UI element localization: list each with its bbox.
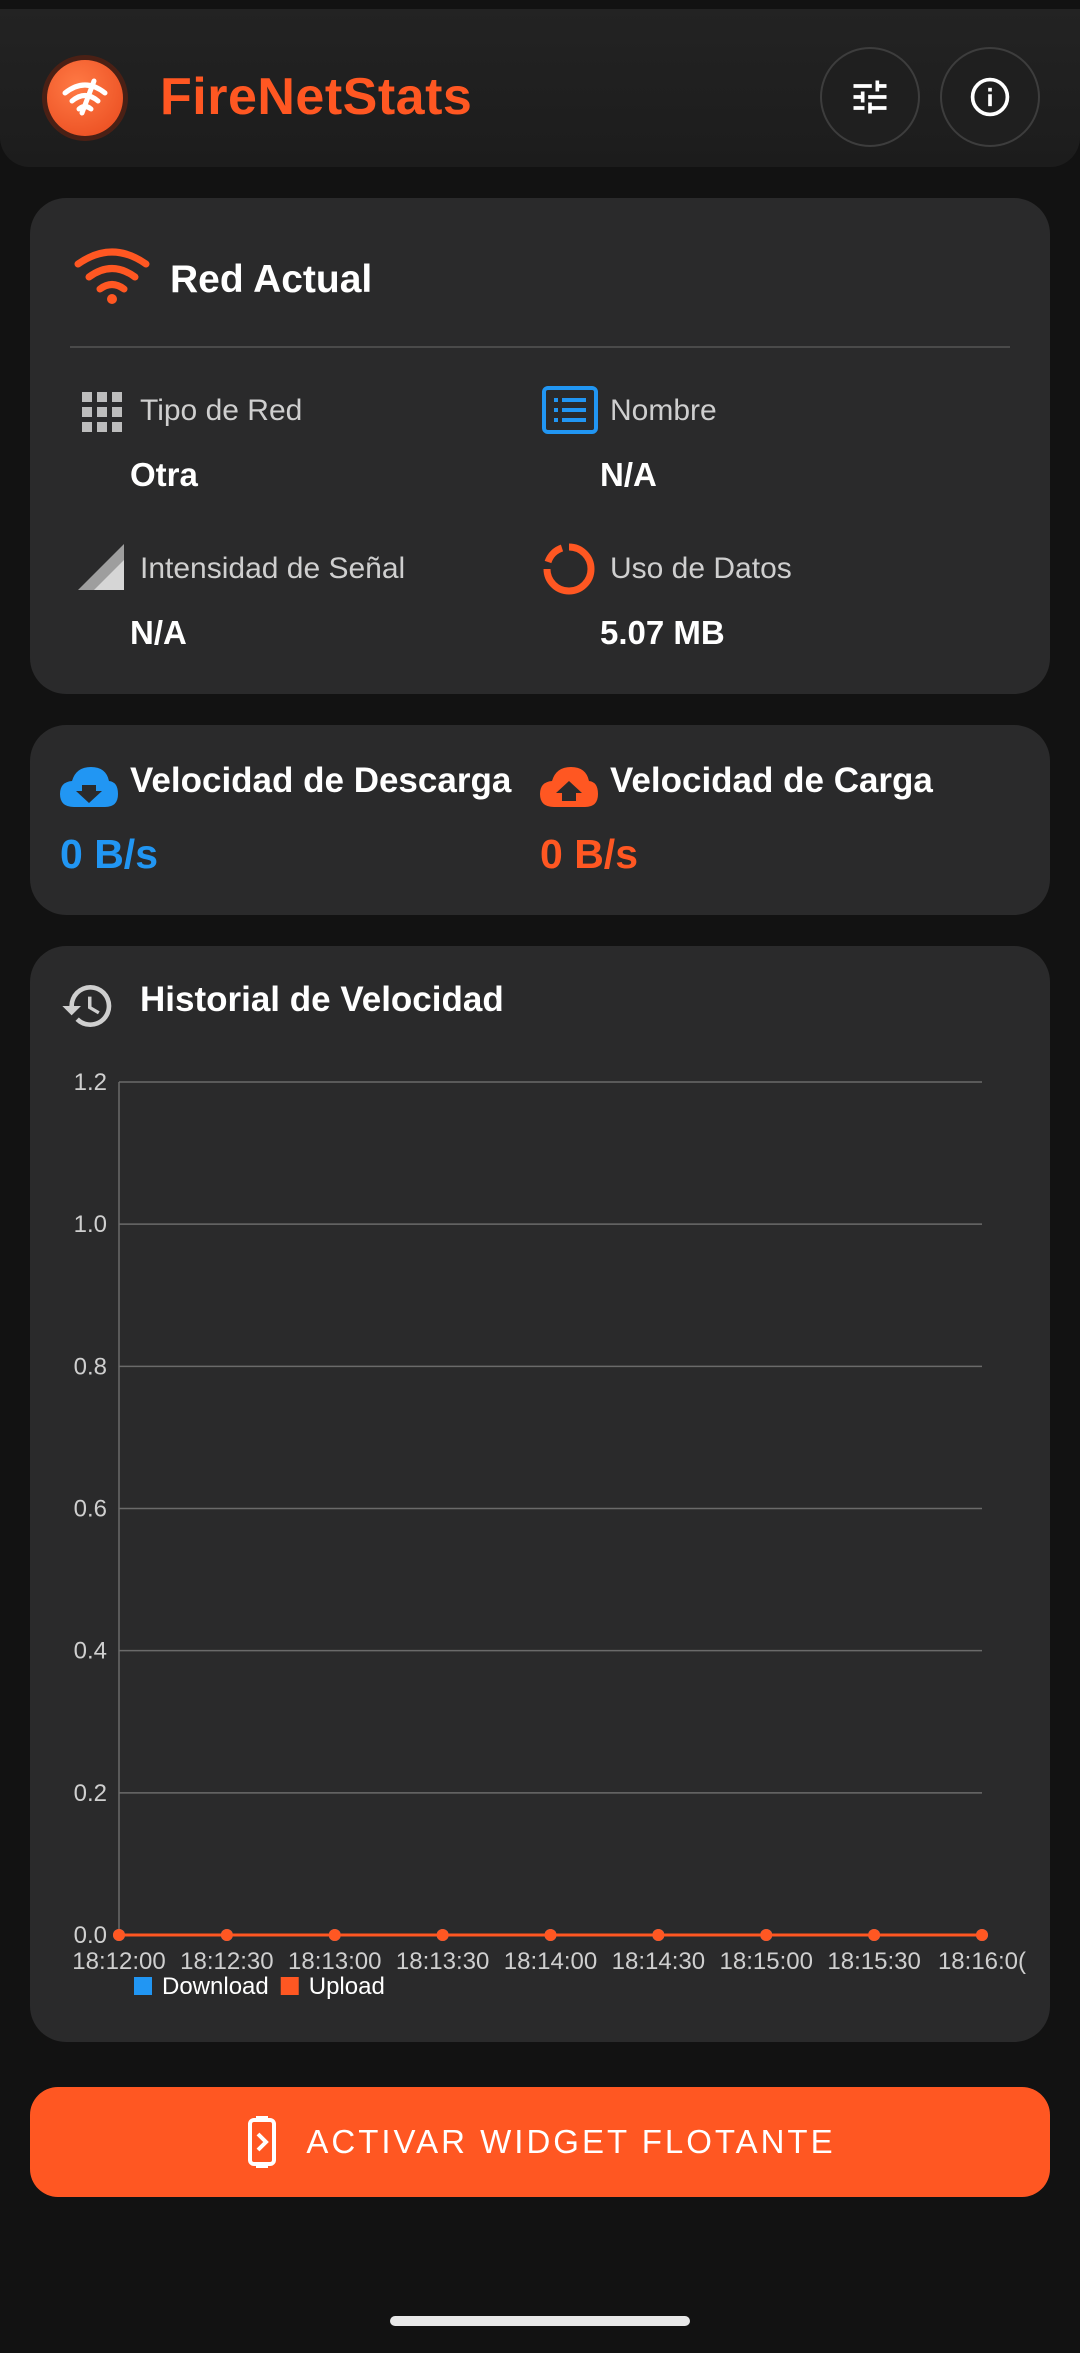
y-tick-label: 0.0 — [74, 1922, 107, 1949]
y-tick-label: 1.2 — [74, 1069, 107, 1096]
x-tick-label: 18:13:30 — [396, 1948, 489, 1975]
x-tick-label: 18:15:00 — [720, 1948, 813, 1975]
data-point-upload — [760, 1929, 773, 1941]
data-usage-value: 5.07 MB — [600, 614, 725, 651]
data-point-upload — [436, 1929, 449, 1941]
data-point-upload — [652, 1929, 665, 1941]
app-bar: FireNetStats — [0, 9, 1080, 167]
network-name-label: Nombre — [610, 394, 717, 427]
divider — [70, 346, 1010, 348]
legend-swatch-upload — [280, 1977, 299, 1995]
upload-speed-label: Velocidad de Carga — [610, 761, 933, 800]
grid-icon — [82, 392, 122, 432]
download-speed-label: Velocidad de Descarga — [130, 761, 512, 800]
x-tick-label: 18:12:00 — [72, 1948, 165, 1975]
signal-strength-label: Intensidad de Señal — [140, 552, 406, 585]
settings-button[interactable] — [820, 47, 920, 147]
y-tick-label: 1.0 — [74, 1211, 107, 1238]
x-tick-label: 18:15:30 — [827, 1948, 920, 1975]
list-icon — [542, 386, 598, 434]
data-point-upload — [328, 1929, 341, 1941]
network-type-value: Otra — [130, 456, 198, 493]
tune-icon — [853, 80, 887, 114]
app-title: FireNetStats — [160, 68, 473, 126]
info-icon — [970, 77, 1010, 117]
signal-strength-value: N/A — [130, 614, 187, 651]
app-logo — [42, 55, 128, 141]
legend-swatch-download — [134, 1977, 152, 1995]
y-tick-label: 0.4 — [74, 1638, 107, 1665]
x-tick-label: 18:14:30 — [612, 1948, 705, 1975]
speed-card: Velocidad de Descarga 0 B/s Velocidad de… — [30, 725, 1050, 915]
data-point-upload — [113, 1929, 125, 1941]
activate-floating-widget-button[interactable]: ACTIVAR WIDGET FLOTANTE — [30, 2087, 1050, 2197]
cloud-download-icon — [60, 767, 118, 807]
cloud-upload-icon — [540, 767, 598, 807]
data-usage-label: Uso de Datos — [610, 552, 792, 585]
activate-floating-widget-label: ACTIVAR WIDGET FLOTANTE — [306, 2123, 836, 2160]
wifi-logo-icon — [62, 78, 108, 116]
data-point-upload — [220, 1929, 233, 1941]
network-name-value: N/A — [600, 456, 657, 493]
y-tick-label: 0.6 — [74, 1496, 107, 1523]
data-usage-icon — [543, 543, 595, 595]
network-card-title: Red Actual — [170, 258, 373, 301]
wifi-icon — [74, 248, 150, 304]
info-button[interactable] — [940, 47, 1040, 147]
legend-label-download: Download — [162, 1973, 269, 2000]
network-type-label: Tipo de Red — [140, 394, 303, 427]
x-tick-label: 18:12:30 — [180, 1948, 273, 1975]
data-point-upload — [544, 1929, 557, 1941]
data-point-upload — [976, 1929, 988, 1941]
data-point-upload — [868, 1929, 881, 1941]
widget-icon — [248, 2116, 277, 2168]
x-tick-label: 18:16:0( — [938, 1948, 1026, 1975]
x-tick-label: 18:13:00 — [288, 1948, 381, 1975]
y-tick-label: 0.8 — [74, 1353, 107, 1380]
signal-icon — [78, 544, 124, 590]
legend-label-upload: Upload — [309, 1973, 385, 2000]
current-network-card: Red Actual Tipo de Red Otra Nombre N/A I… — [30, 198, 1050, 694]
speed-history-card: Historial de Velocidad 0.0 0.2 0.4 0.6 0.8 1.… — [30, 946, 1050, 2042]
home-indicator — [390, 2316, 690, 2326]
x-tick-label: 18:14:00 — [504, 1948, 597, 1975]
y-tick-label: 0.2 — [74, 1780, 107, 1807]
download-speed-value: 0 B/s — [60, 831, 158, 877]
speed-history-chart: 0.0 0.2 0.4 0.6 0.8 1.0 1.2 18:12:00 18:12:30 18:… — [72, 1069, 1026, 2000]
upload-speed-value: 0 B/s — [540, 831, 638, 877]
